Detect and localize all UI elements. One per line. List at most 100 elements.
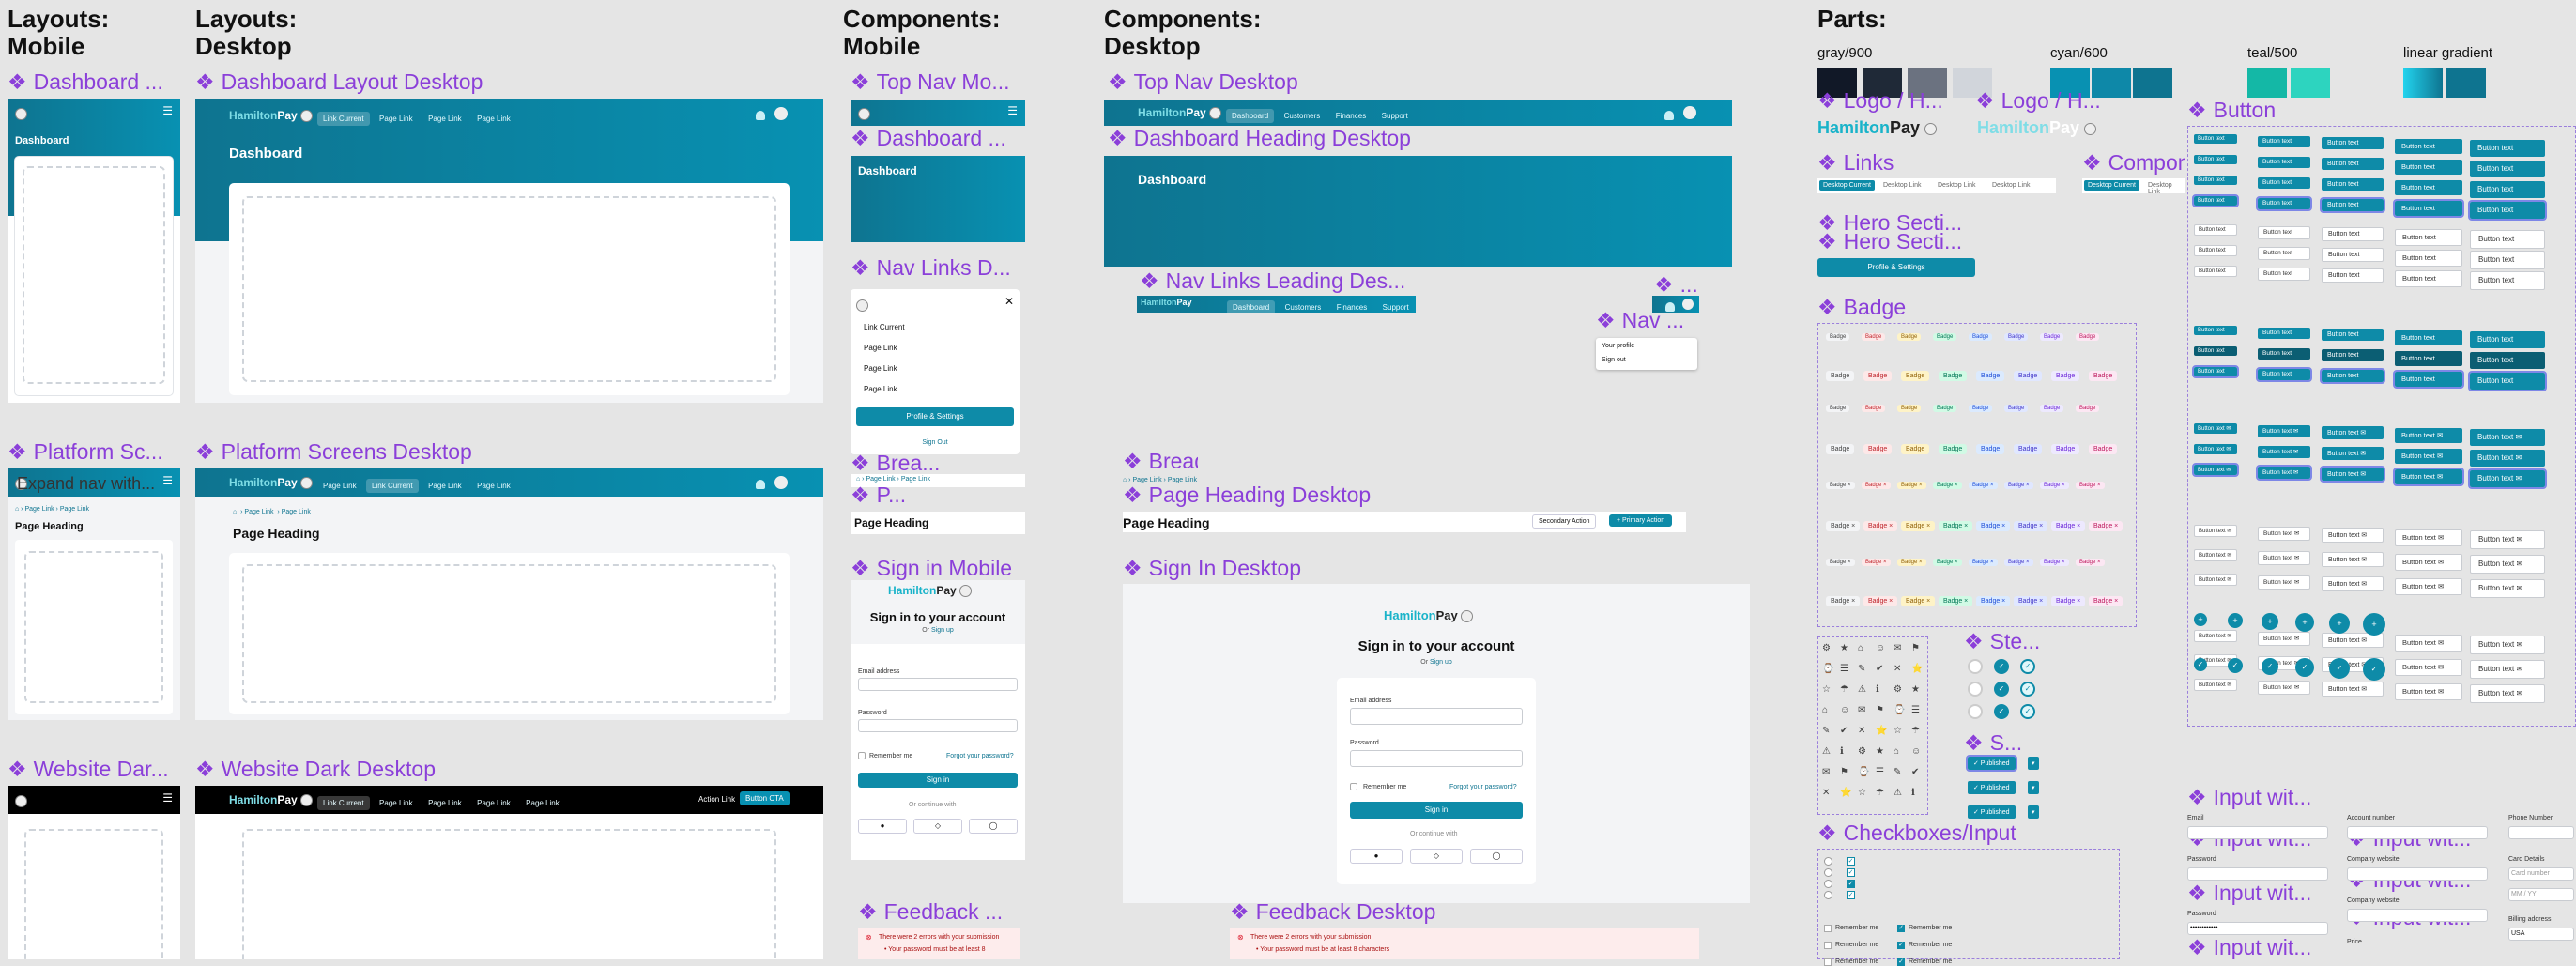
round-button-b-1[interactable]: ✓ [2228, 658, 2243, 673]
button-2-0-1[interactable]: Button text [2258, 327, 2310, 339]
nav-link-current[interactable]: Link Current [317, 796, 370, 810]
button-5-1-3[interactable]: Button text ✉ [2395, 658, 2462, 677]
round-button-b-2[interactable]: ✓ [2262, 658, 2278, 675]
split-button-2[interactable]: ✓ Published [1968, 805, 2016, 819]
menu-icon[interactable]: ☰ [162, 474, 173, 487]
menu-icon[interactable]: ☰ [1007, 104, 1018, 117]
button-2-1-1[interactable]: Button text [2258, 347, 2310, 360]
button-5-0-1[interactable]: Button text ✉ [2258, 631, 2310, 646]
nav-link-1[interactable]: Page Link [374, 112, 419, 126]
button-2-2-2[interactable]: Button text [2320, 367, 2385, 385]
secondary-action-button[interactable]: Secondary Action [1532, 514, 1597, 529]
sign-out-link[interactable]: Sign Out [851, 439, 1020, 446]
menu-link-current[interactable]: Link Current [864, 323, 905, 331]
button-4-2-1[interactable]: Button text ✉ [2258, 575, 2310, 590]
button-3-2-4[interactable]: Button text ✉ [2468, 468, 2547, 489]
button-1-2-1[interactable]: Button text [2258, 267, 2310, 281]
radio-1[interactable] [1824, 868, 1832, 877]
sign-out-link[interactable]: Sign out [1602, 357, 1626, 363]
round-button-2[interactable]: + [2262, 613, 2278, 630]
close-icon[interactable]: ✕ [1004, 295, 1014, 308]
button-0-1-1[interactable]: Button text [2258, 156, 2310, 168]
radio-2[interactable] [1824, 880, 1832, 888]
country-select[interactable]: USA [2508, 928, 2574, 941]
button-4-0-1[interactable]: Button text ✉ [2258, 526, 2310, 541]
nav-customers[interactable]: Customers [1279, 109, 1326, 123]
remember-checkbox-b-0[interactable]: ✓ [1897, 925, 1905, 932]
password-field[interactable] [1350, 750, 1523, 767]
remember-checkbox-b-2[interactable]: ✓ [1897, 958, 1905, 966]
button-5-2-3[interactable]: Button text ✉ [2395, 682, 2462, 701]
remember-checkbox-a-2[interactable] [1824, 958, 1832, 966]
company-input[interactable] [2347, 867, 2488, 881]
button-2-0-0[interactable]: Button text [2194, 326, 2237, 335]
bell-icon[interactable] [1665, 299, 1675, 313]
button-4-1-2[interactable]: Button text ✉ [2322, 552, 2384, 568]
button-4-1-0[interactable]: Button text ✉ [2194, 549, 2237, 561]
profile-settings-button[interactable]: Profile & Settings [856, 407, 1014, 426]
breadcrumb[interactable]: ⌂ › Page Link › Page Link [233, 509, 311, 515]
button-4-0-4[interactable]: Button text ✉ [2470, 530, 2545, 549]
button-4-1-1[interactable]: Button text ✉ [2258, 550, 2310, 565]
button-5-2-4[interactable]: Button text ✉ [2470, 684, 2545, 703]
nav-link-current[interactable]: Link Current [366, 479, 419, 493]
button-1-2-4[interactable]: Button text [2470, 271, 2545, 290]
mm-yy-input[interactable]: MM / YY [2508, 888, 2574, 901]
email-field[interactable] [858, 678, 1018, 691]
button-0-0-1[interactable]: Button text [2258, 135, 2310, 147]
button-3-0-2[interactable]: Button text ✉ [2322, 426, 2384, 440]
button-5-0-0[interactable]: Button text ✉ [2194, 630, 2237, 642]
button-1-2-2[interactable]: Button text [2322, 268, 2384, 284]
button-5-2-0[interactable]: Button text ✉ [2194, 679, 2237, 691]
button-1-0-0[interactable]: Button text [2194, 224, 2237, 236]
menu-link-2[interactable]: Page Link [864, 364, 897, 373]
nav-link-2[interactable]: Page Link [422, 479, 468, 493]
round-button-b-3[interactable]: ✓ [2295, 658, 2314, 677]
button-0-3-4[interactable]: Button text [2468, 200, 2547, 221]
button-1-0-1[interactable]: Button text [2258, 225, 2310, 239]
link-1[interactable]: Desktop Link [1883, 182, 1921, 189]
button-3-1-4[interactable]: Button text ✉ [2470, 450, 2545, 467]
nav-customers[interactable]: Customers [1280, 300, 1327, 313]
button-2-2-3[interactable]: Button text [2393, 369, 2464, 390]
button-1-0-3[interactable]: Button text [2395, 228, 2462, 247]
your-profile-link[interactable]: Your profile [1602, 343, 1634, 349]
button-0-3-3[interactable]: Button text [2393, 198, 2464, 219]
split-chevron-icon-2[interactable]: ▾ [2028, 805, 2039, 819]
signin-button[interactable]: Sign in [858, 773, 1018, 788]
password-input[interactable] [2187, 867, 2328, 881]
button-2-0-3[interactable]: Button text [2395, 330, 2462, 346]
nav-link-1[interactable]: Page Link [374, 796, 419, 810]
button-3-1-1[interactable]: Button text ✉ [2258, 445, 2310, 458]
button-0-2-4[interactable]: Button text [2470, 181, 2545, 198]
button-3-0-0[interactable]: Button text ✉ [2194, 423, 2237, 434]
brand-logo[interactable]: HamiltonPay [1141, 298, 1192, 307]
button-1-1-2[interactable]: Button text [2322, 248, 2384, 263]
facebook-button[interactable]: ● [858, 819, 907, 834]
remember-checkbox-a-0[interactable] [1824, 925, 1832, 932]
nav-finances[interactable]: Finances [1331, 300, 1372, 313]
button-1-1-0[interactable]: Button text [2194, 245, 2237, 256]
button-0-2-3[interactable]: Button text [2395, 179, 2462, 196]
button-2-2-4[interactable]: Button text [2468, 371, 2547, 391]
button-0-0-0[interactable]: Button text [2194, 134, 2237, 144]
button-4-1-4[interactable]: Button text ✉ [2470, 555, 2545, 574]
button-2-2-1[interactable]: Button text [2256, 366, 2312, 382]
button-0-2-2[interactable]: Button text [2322, 178, 2384, 192]
button-1-1-4[interactable]: Button text [2470, 251, 2545, 269]
card-number-input[interactable]: Card number [2508, 867, 2574, 881]
round-button-5[interactable]: + [2363, 613, 2385, 636]
button-3-2-2[interactable]: Button text ✉ [2320, 465, 2385, 483]
button-2-1-4[interactable]: Button text [2470, 352, 2545, 369]
button-2-0-2[interactable]: Button text [2322, 329, 2384, 342]
round-button-b-0[interactable]: ✓ [2194, 658, 2207, 671]
avatar[interactable] [774, 476, 788, 489]
button-4-1-3[interactable]: Button text ✉ [2395, 553, 2462, 572]
github-button[interactable]: ◯ [1470, 849, 1523, 864]
button-3-1-3[interactable]: Button text ✉ [2395, 448, 2462, 465]
nav-link-3[interactable]: Page Link [471, 112, 516, 126]
split-chevron-icon-1[interactable]: ▾ [2028, 781, 2039, 794]
button-5-2-2[interactable]: Button text ✉ [2322, 682, 2384, 698]
link-current[interactable]: Desktop Current [1819, 180, 1875, 191]
remember-checkbox-b-1[interactable]: ✓ [1897, 942, 1905, 949]
